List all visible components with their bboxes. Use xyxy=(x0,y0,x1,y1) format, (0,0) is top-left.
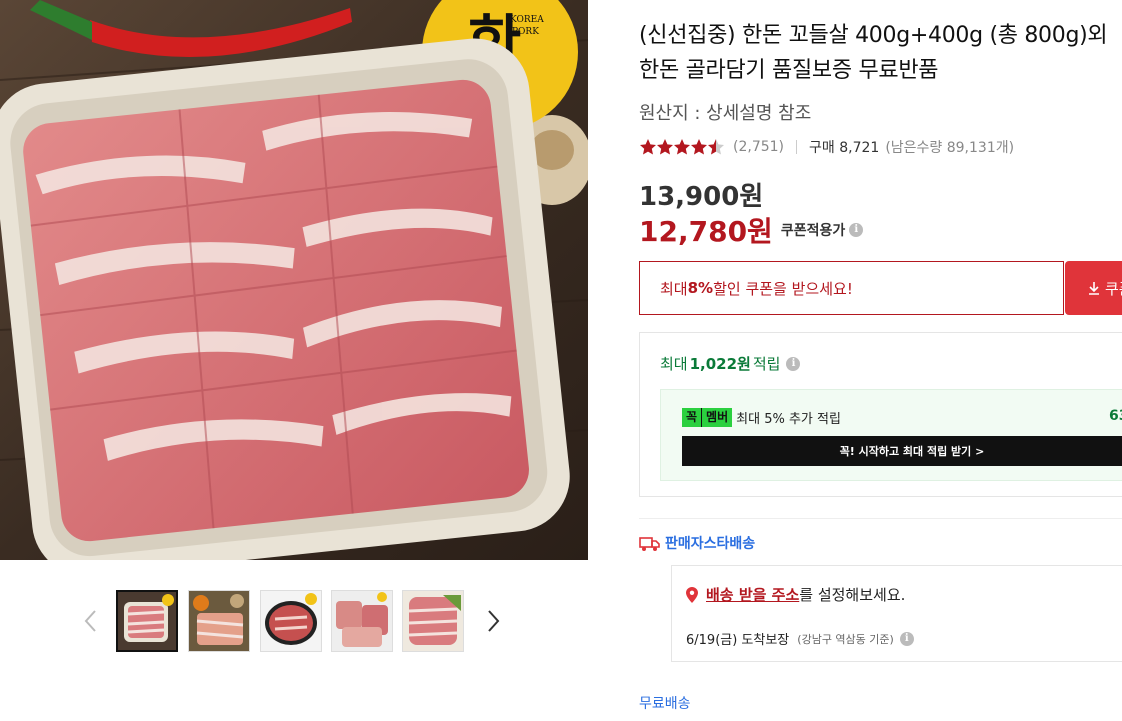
thumbnail-next-icon[interactable] xyxy=(482,608,504,634)
product-main-image: 한 KOREA PORK xyxy=(0,0,588,560)
sold-count: 구매 8,721 xyxy=(809,140,880,156)
svg-text:PORK: PORK xyxy=(512,27,539,37)
reward-prefix: 최대 xyxy=(660,355,688,373)
address-row: 배송 받을 주소 를 설정해보세요. xyxy=(686,584,905,605)
product-title: (신선집중) 한돈 꼬들살 400g+400g (총 800g)외 한돈 골라담… xyxy=(639,23,1108,83)
member-amount: 63 xyxy=(1109,408,1122,424)
download-icon xyxy=(1089,282,1099,295)
product-origin: 원산지 : 상세설명 참조 xyxy=(639,103,812,124)
shipping-badge: 판매자스타배송 xyxy=(639,533,755,553)
info-icon[interactable]: i xyxy=(899,631,914,646)
member-badge-right: 멤버 xyxy=(702,408,733,427)
info-icon[interactable]: i xyxy=(849,223,864,237)
member-row: 꼭 멤버 최대 5% 추가 적립 xyxy=(682,408,841,427)
sale-price: 12,780원 xyxy=(639,215,773,248)
thumbnail-1[interactable] xyxy=(116,590,178,652)
free-shipping-label: 무료배송 xyxy=(639,696,691,712)
reward-suffix: 적립 xyxy=(752,355,781,373)
reward-title: 최대 1,022원 적립 i xyxy=(660,353,801,374)
thumbnail-4[interactable] xyxy=(331,590,393,652)
member-start-button[interactable]: 꼭! 시작하고 최대 적립 받기 > xyxy=(682,436,1122,466)
delivery-row: 6/19(금) 도착보장 (강남구 역삼동 기준) i xyxy=(686,629,914,648)
remaining-stock: (남은수량 89,131개) xyxy=(885,140,1015,156)
rating-row: (2,751) 구매 8,721 (남은수량 89,131개) xyxy=(639,137,1014,157)
coupon-download-button[interactable]: 쿠폰 xyxy=(1065,261,1122,315)
location-pin-icon xyxy=(686,586,698,603)
coupon-message[interactable]: 최대 8% 할인 쿠폰을 받으세요! xyxy=(639,261,1064,315)
truck-icon xyxy=(639,537,660,551)
coupon-prefix: 최대 xyxy=(660,279,688,298)
thumbnail-5[interactable] xyxy=(402,590,464,652)
member-box: 꼭멤버 최대 5% 추가 적립 63 꼭! 시작하고 최대 적립 받기 > xyxy=(660,389,1122,481)
thumbnail-3[interactable] xyxy=(260,590,322,652)
review-count[interactable]: (2,751) xyxy=(733,139,784,155)
reward-box: 최대 1,022원 적립 i 꼭멤버 최대 5% 추가 적립 63 꼭! 시작하… xyxy=(639,332,1122,497)
thumbnail-strip xyxy=(78,590,518,656)
member-text: 최대 5% 추가 적립 xyxy=(736,412,841,427)
original-price: 13,900원 xyxy=(639,182,764,212)
info-icon[interactable]: i xyxy=(786,356,801,371)
rating-stars-icon[interactable] xyxy=(639,138,729,156)
address-box: 배송 받을 주소 를 설정해보세요. 6/19(금) 도착보장 (강남구 역삼동… xyxy=(671,565,1122,662)
coupon-suffix: 할인 쿠폰을 받으세요! xyxy=(713,279,853,298)
sale-price-row: 12,780원 쿠폰적용가 i xyxy=(639,212,864,248)
thumbnail-prev-icon[interactable] xyxy=(80,608,102,634)
reward-amount: 1,022원 xyxy=(689,355,751,373)
divider xyxy=(796,140,798,154)
delivery-location: (강남구 역삼동 기준) xyxy=(797,632,894,646)
address-link[interactable]: 배송 받을 주소 xyxy=(706,584,799,605)
address-suffix: 를 설정해보세요. xyxy=(799,586,906,604)
logo-text: KOREA xyxy=(510,15,544,25)
thumbnail-2[interactable] xyxy=(188,590,250,652)
member-badge: 꼭 멤버 xyxy=(682,408,733,427)
delivery-date: 6/19(금) 도착보장 xyxy=(686,633,790,648)
divider xyxy=(639,518,1122,519)
member-badge-left: 꼭 xyxy=(682,408,702,427)
shipping-badge-label: 판매자스타배송 xyxy=(665,536,756,552)
coupon-rate: 8% xyxy=(687,279,714,297)
coupon-button-label: 쿠폰 xyxy=(1105,279,1122,298)
coupon-applied-label: 쿠폰적용가 xyxy=(780,223,846,239)
